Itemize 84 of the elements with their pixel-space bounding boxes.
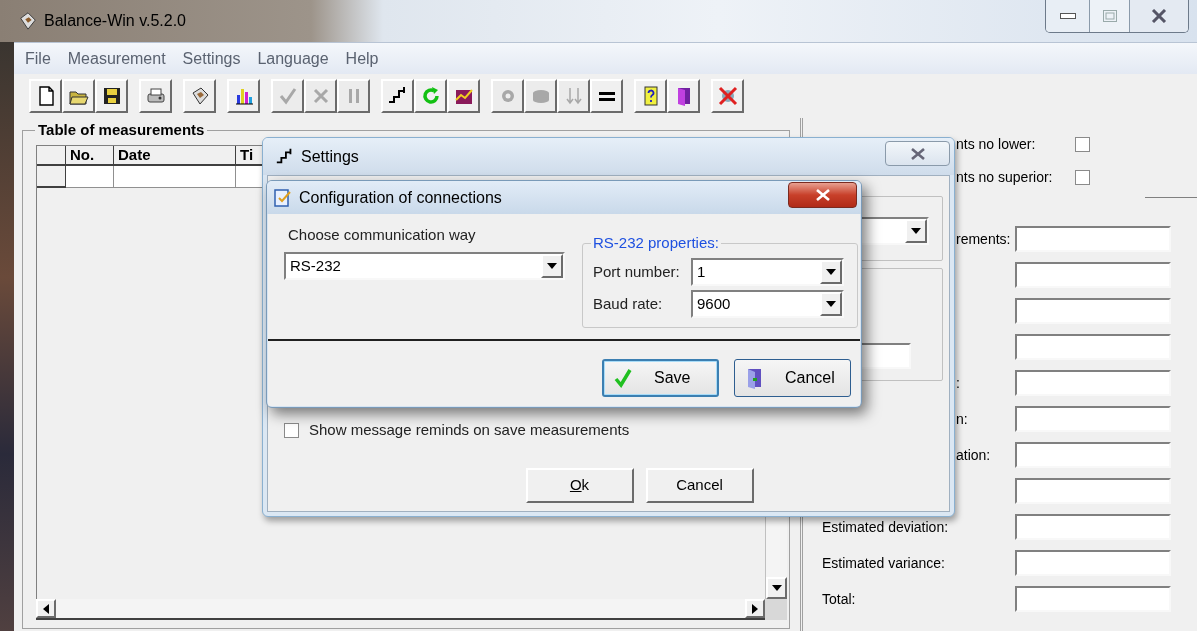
caret-icon [547, 263, 557, 269]
checkbox-label: Show message reminds on save measurements [309, 420, 630, 440]
text-field[interactable] [1015, 514, 1171, 540]
row-header-cell [37, 166, 66, 188]
text-field[interactable] [1015, 334, 1171, 360]
close-button[interactable] [885, 141, 950, 166]
left-arrow-icon [43, 603, 49, 614]
field-label: rements: [956, 229, 1011, 249]
app-icon [18, 11, 38, 31]
dropdown-value: 9600 [696, 293, 732, 314]
dropdown-value: 1 [696, 261, 707, 282]
scrollbar-corner [765, 599, 787, 620]
option-label: nts no lower: [956, 135, 1036, 154]
dialog-button[interactable]: Save [602, 359, 719, 397]
toolbar-button[interactable] [590, 79, 623, 113]
close-icon [814, 189, 831, 201]
toolbar-button[interactable] [667, 79, 700, 113]
caret-icon [826, 301, 836, 307]
caret-icon [771, 585, 782, 591]
field-label: Estimated deviation: [822, 517, 949, 537]
right-arrow-icon [752, 603, 758, 614]
field-label: Choose communication way [287, 226, 477, 244]
minimize-button[interactable] [1046, 0, 1090, 32]
menu-item[interactable]: Help [345, 46, 379, 71]
menu-item[interactable]: File [25, 46, 51, 71]
dropdown-field[interactable]: RS-232 [284, 252, 565, 280]
dropdown-button[interactable] [905, 219, 927, 243]
group-title: RS-232 properties: [591, 234, 721, 252]
dialog-title: Settings [301, 146, 359, 167]
menu-item[interactable]: Language [257, 46, 329, 71]
field-label: Baud rate: [593, 293, 664, 314]
field-label: Estimated variance: [822, 553, 945, 573]
horizontal-scrollbar[interactable] [36, 599, 765, 620]
dropdown-button[interactable] [820, 260, 842, 284]
text-field[interactable] [1015, 442, 1171, 468]
close-icon [1151, 9, 1167, 23]
text-field[interactable] [1015, 298, 1171, 324]
toolbar-button[interactable] [29, 79, 62, 113]
checkbox[interactable] [1075, 137, 1090, 152]
option-label: nts no superior: [956, 168, 1053, 187]
field-label: : [956, 373, 960, 393]
caret-icon [911, 228, 921, 234]
checkbox[interactable] [284, 422, 299, 438]
dialog-button[interactable]: Ok [525, 467, 634, 503]
maximize-icon [1102, 10, 1117, 22]
config-icon [273, 187, 293, 208]
field-label: n: [956, 409, 968, 429]
no-connection-icon [716, 85, 739, 107]
dropdown-button[interactable] [541, 254, 563, 278]
window-title: Balance-Win v.5.2.0 [44, 11, 186, 31]
toolbar-button[interactable] [381, 79, 414, 113]
field-label: Port number: [593, 261, 681, 282]
door-icon [745, 367, 763, 389]
close-button[interactable] [788, 182, 857, 208]
dropdown-button[interactable] [820, 292, 842, 316]
menu-item[interactable]: Settings [182, 46, 241, 71]
text-field[interactable] [1015, 478, 1171, 504]
text-field[interactable] [1015, 406, 1171, 432]
toolbar-button[interactable] [634, 79, 667, 113]
check-icon [614, 368, 632, 388]
text-field[interactable] [1015, 226, 1171, 252]
caret-icon [826, 269, 836, 275]
text-field[interactable] [1015, 586, 1171, 612]
toolbar-button[interactable] [227, 79, 260, 113]
text-field[interactable] [1015, 550, 1171, 576]
close-icon [909, 147, 926, 160]
field-label: Total: [822, 589, 856, 609]
text-field[interactable] [1015, 370, 1171, 396]
dropdown-field[interactable]: 9600 [691, 290, 844, 318]
text-field[interactable] [1015, 262, 1171, 288]
toolbar-button[interactable] [95, 79, 128, 113]
table-cell [66, 166, 114, 188]
dropdown-field[interactable]: 1 [691, 258, 844, 286]
field-label: ation: [956, 445, 991, 465]
minimize-icon [1059, 13, 1076, 19]
dropdown-value: RS-232 [289, 255, 342, 276]
dialog-title: Configuration of connections [299, 187, 502, 208]
toolbar-button[interactable] [62, 79, 95, 113]
close-button[interactable] [1130, 0, 1188, 32]
menu-item[interactable]: Measurement [67, 46, 166, 71]
checkbox[interactable] [1075, 170, 1090, 185]
dialog-button[interactable]: Cancel [734, 359, 851, 397]
dialog-button[interactable]: Cancel [645, 467, 754, 503]
toolbar-button[interactable] [447, 79, 480, 113]
